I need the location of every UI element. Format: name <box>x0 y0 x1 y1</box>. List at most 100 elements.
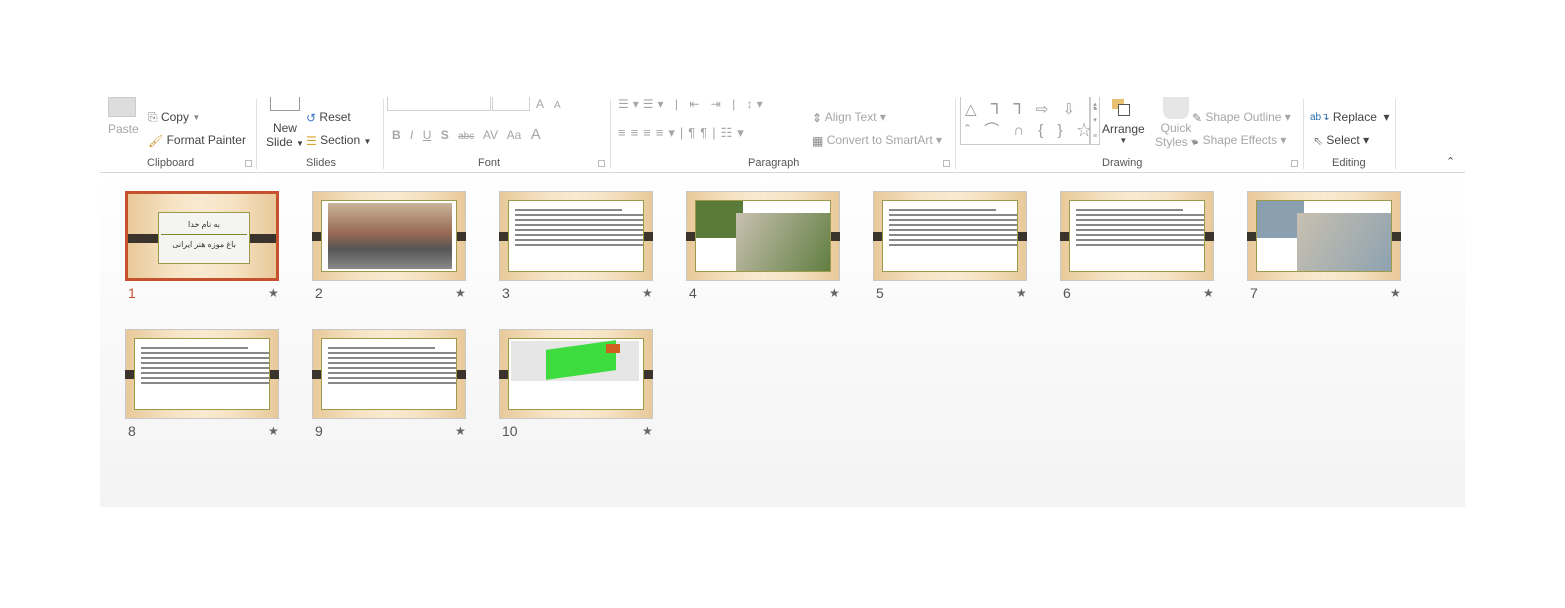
section-icon: ☰ <box>306 133 317 148</box>
slide-thumbnail[interactable] <box>312 191 466 281</box>
cursor-icon: ⇖ <box>1313 133 1324 148</box>
paste-icon <box>108 97 136 117</box>
font-group-label: Font <box>478 157 501 169</box>
new-slide-button[interactable]: New Slide ▼ <box>266 97 304 149</box>
clipboard-launcher[interactable] <box>245 160 252 167</box>
animation-star-icon[interactable]: ★ <box>268 286 279 300</box>
slide-subtitle: باغ موزه هنر ایرانی <box>172 240 236 249</box>
slide-thumbnail[interactable] <box>686 191 840 281</box>
paragraph-group-label: Paragraph <box>748 157 800 169</box>
slide-bar <box>456 232 466 241</box>
section-button[interactable]: ☰ Section ▼ <box>306 133 371 148</box>
editing-group-label: Editing <box>1332 157 1366 169</box>
underline-button[interactable]: U <box>423 128 432 142</box>
slide-bar <box>643 232 653 241</box>
animation-star-icon[interactable]: ★ <box>642 424 653 438</box>
shape-outline-icon: ✎ <box>1192 110 1203 125</box>
slide-thumbnail[interactable] <box>125 329 279 419</box>
copy-icon: ⎘ <box>148 110 158 125</box>
slide-number: 7 <box>1250 285 1258 301</box>
clipboard-group-label: Clipboard <box>147 157 195 169</box>
replace-button[interactable]: ab↴ Replace ▾ <box>1310 110 1390 124</box>
shapes-scroll[interactable]: ▴ ▾ ≡ <box>1090 97 1100 145</box>
slide-thumbnail[interactable]: به نام خدا باغ موزه هنر ایرانی <box>125 191 279 281</box>
slide-photo <box>736 213 830 271</box>
shrink-font-button[interactable]: A <box>554 100 561 111</box>
shape-outline-button[interactable]: ✎ Shape Outline ▾ <box>1192 110 1291 125</box>
animation-star-icon[interactable]: ★ <box>642 286 653 300</box>
format-painter-button[interactable]: 🖌 Format Painter <box>148 133 246 148</box>
slide-number: 10 <box>502 423 518 439</box>
slide-content <box>695 200 831 272</box>
animation-star-icon[interactable]: ★ <box>455 286 466 300</box>
slide-title: به نام خدا <box>188 220 220 229</box>
slide-bar <box>246 234 276 243</box>
grow-font-button[interactable]: A <box>536 97 544 111</box>
animation-star-icon[interactable]: ★ <box>1016 286 1027 300</box>
animation-star-icon[interactable]: ★ <box>268 424 279 438</box>
slide-sorter: به نام خدا باغ موزه هنر ایرانی 1 ★ 2 ★ 3 ★ 4 ★ 5 ★… <box>100 173 1465 507</box>
drawing-launcher[interactable] <box>1291 160 1298 167</box>
align-text-button[interactable]: ⇕ Align Text ▾ <box>812 110 886 125</box>
shadow-button[interactable]: S <box>441 128 449 142</box>
shape-effects-button[interactable]: ◒ Shape Effects ▾ <box>1192 133 1286 148</box>
new-slide-icon <box>269 97 300 111</box>
slide-number: 8 <box>128 423 136 439</box>
font-launcher[interactable] <box>598 160 605 167</box>
slide-content <box>508 200 644 272</box>
slide-photo <box>1297 213 1391 271</box>
reset-button[interactable]: ↺ Reset <box>306 110 351 125</box>
bold-button[interactable]: B <box>392 128 401 142</box>
slide-bar <box>456 370 466 379</box>
list-buttons[interactable]: ☰▾☰▾ | ⇤ ⇥ | ↕▾ <box>618 97 767 111</box>
convert-smartart-button[interactable]: ▦ Convert to SmartArt ▾ <box>812 133 942 148</box>
char-spacing-button[interactable]: AV <box>483 128 498 142</box>
align-text-icon: ⇕ <box>812 110 823 125</box>
shapes-gallery[interactable]: △ ⅂ ⅂ ⇨ ⇩ ◔ ˆ ⌒ ∩ { } ☆ <box>960 97 1098 145</box>
animation-star-icon[interactable]: ★ <box>455 424 466 438</box>
font-color-button[interactable]: A <box>531 126 541 143</box>
slide-number: 4 <box>689 285 697 301</box>
slide-bar <box>1204 232 1214 241</box>
italic-button[interactable]: I <box>410 128 413 142</box>
format-painter-icon: 🖌 <box>148 133 164 148</box>
slide-thumbnail[interactable] <box>499 191 653 281</box>
slide-thumbnail[interactable] <box>1060 191 1214 281</box>
slide-bar <box>128 234 158 243</box>
drawing-group-label: Drawing <box>1102 157 1143 169</box>
slide-number: 6 <box>1063 285 1071 301</box>
slide-photo <box>328 203 452 269</box>
slide-thumbnail[interactable] <box>873 191 1027 281</box>
slide-content <box>321 338 457 410</box>
paste-button[interactable]: Paste <box>108 97 139 136</box>
quick-styles-button[interactable]: Quick Styles ▾ <box>1155 97 1197 149</box>
change-case-button[interactable]: Aa <box>507 128 522 142</box>
slide-thumbnail[interactable] <box>499 329 653 419</box>
slide-content <box>882 200 1018 272</box>
slide-thumbnail[interactable] <box>1247 191 1401 281</box>
arrange-icon <box>1112 99 1134 117</box>
slide-number: 1 <box>128 285 136 301</box>
slide-bar <box>1391 232 1401 241</box>
slide-content <box>321 200 457 272</box>
slide-bar <box>269 370 279 379</box>
slide-number: 3 <box>502 285 510 301</box>
slide-number: 2 <box>315 285 323 301</box>
select-button[interactable]: ⇖ Select ▾ <box>1313 133 1369 148</box>
strikethrough-button[interactable]: abc <box>458 131 474 142</box>
slide-bar <box>830 232 840 241</box>
animation-star-icon[interactable]: ★ <box>1390 286 1401 300</box>
font-name-box[interactable] <box>387 97 491 111</box>
slide-map <box>511 340 639 381</box>
arrange-button[interactable]: Arrange ▼ <box>1102 99 1145 145</box>
animation-star-icon[interactable]: ★ <box>829 286 840 300</box>
paragraph-launcher[interactable] <box>943 160 950 167</box>
copy-button[interactable]: ⎘ Copy ▼ <box>148 110 200 125</box>
reset-icon: ↺ <box>306 110 317 125</box>
animation-star-icon[interactable]: ★ <box>1203 286 1214 300</box>
collapse-ribbon-icon[interactable]: ⌃ <box>1446 155 1455 168</box>
slide-thumbnail[interactable] <box>312 329 466 419</box>
font-size-box[interactable] <box>492 97 530 111</box>
alignment-buttons[interactable]: ≡≡≡≡▾|¶¶|☷▾ <box>618 125 749 141</box>
ribbon: Paste ⎘ Copy ▼ 🖌 Format Painter Clipboar… <box>100 97 1465 173</box>
